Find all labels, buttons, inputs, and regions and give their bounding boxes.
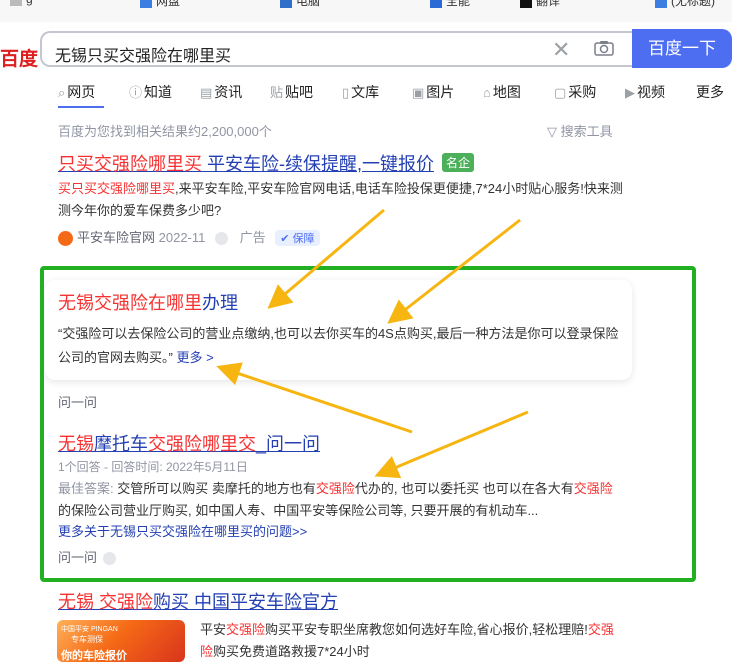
arrow-2 [387, 218, 521, 324]
arrow-1 [267, 208, 385, 309]
arrow-3 [216, 362, 413, 434]
annotation-arrows [216, 208, 529, 479]
arrow-4 [374, 410, 529, 479]
